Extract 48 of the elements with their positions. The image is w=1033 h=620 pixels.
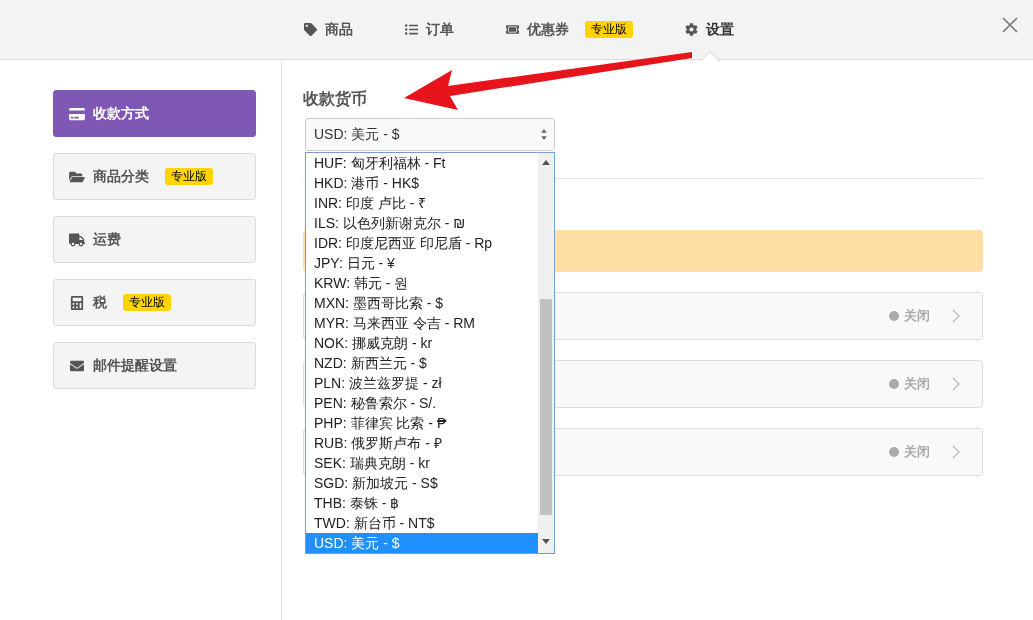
settings-icon [684,23,698,36]
tag-icon [303,23,317,36]
status-label: 关闭 [904,307,930,326]
ticket-icon [505,23,519,36]
currency-option[interactable]: INR: 印度 卢比 - ₹ [306,193,538,213]
currency-option[interactable]: ILS: 以色列新谢克尔 - ₪ [306,213,538,233]
section-title: 收款货币 [303,89,368,109]
currency-option[interactable]: THB: 泰铢 - ฿ [306,493,538,513]
chevron-right-icon [952,445,960,459]
currency-option[interactable]: JPY: 日元 - ¥ [306,253,538,273]
currency-option[interactable]: RUB: 俄罗斯卢布 - ₽ [306,433,538,453]
sidebar-item[interactable]: 运费 [53,216,256,263]
currency-option[interactable]: SEK: 瑞典克朗 - kr [306,453,538,473]
chevron-right-icon [952,377,960,391]
truck-icon [69,232,85,247]
close-button[interactable] [1001,16,1019,34]
folder-icon [69,169,85,184]
credit-card-icon [69,106,85,121]
chevron-right-icon [952,309,960,323]
sidebar-item[interactable]: 商品分类 专业版 [53,153,256,200]
status-label: 关闭 [904,443,930,462]
currency-option[interactable]: HKD: 港币 - HK$ [306,173,538,193]
currency-option[interactable]: PLN: 波兰兹罗提 - zł [306,373,538,393]
nav-tab[interactable]: 订单 [404,0,454,60]
pro-badge: 专业版 [584,21,633,38]
sidebar-item[interactable]: 税 专业版 [53,279,256,326]
status-label: 关闭 [904,375,930,394]
currency-select[interactable]: USD: 美元 - $ [305,118,555,151]
scrollbar[interactable] [538,153,554,553]
currency-option[interactable]: TWD: 新台币 - NT$ [306,513,538,533]
currency-option[interactable]: HUF: 匈牙利福林 - Ft [306,153,538,173]
sort-arrows-icon [540,128,548,141]
scroll-up-icon[interactable] [542,160,550,165]
scroll-down-icon[interactable] [542,539,550,544]
sidebar-item[interactable]: 邮件提醒设置 [53,342,256,389]
currency-option[interactable]: MXN: 墨西哥比索 - $ [306,293,538,313]
currency-option[interactable]: KRW: 韩元 - 원 [306,273,538,293]
nav-tab[interactable]: 商品 [303,0,353,60]
sidebar-item[interactable]: 收款方式 [53,90,256,137]
currency-option[interactable]: MYR: 马来西亚 令吉 - RM [306,313,538,333]
pro-badge: 专业版 [165,168,213,185]
currency-option[interactable]: IDR: 印度尼西亚 印尼盾 - Rp [306,233,538,253]
list-icon [404,23,418,36]
pro-badge: 专业版 [123,294,171,311]
envelope-icon [69,358,85,373]
currency-option[interactable]: SGD: 新加坡元 - S$ [306,473,538,493]
nav-tab[interactable]: 优惠券 专业版 [505,0,633,60]
calculator-icon [69,295,85,310]
